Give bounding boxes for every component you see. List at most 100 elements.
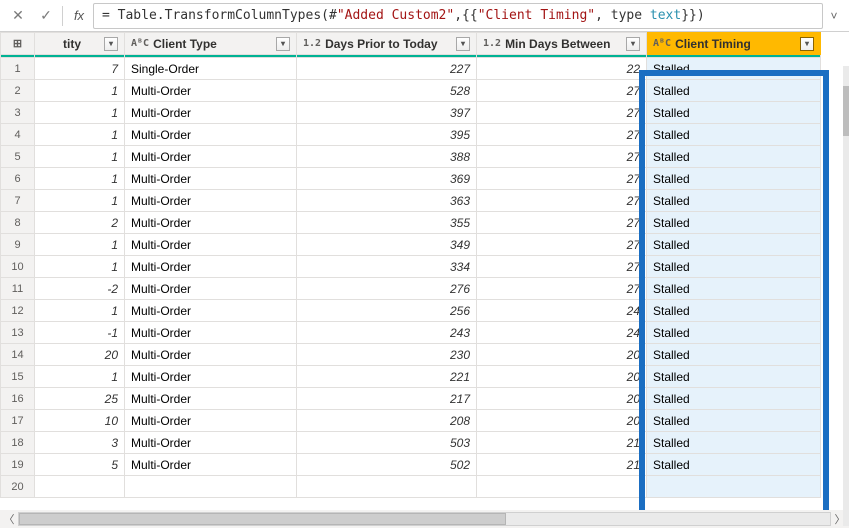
column-header-days-prior-to-today[interactable]: 1.2Days Prior to Today▾	[297, 33, 477, 55]
cell[interactable]: 27	[477, 124, 647, 146]
row-number[interactable]: 8	[1, 212, 35, 234]
row-number[interactable]: 4	[1, 124, 35, 146]
cell[interactable]: Multi-Order	[125, 256, 297, 278]
cell[interactable]: Stalled	[647, 344, 821, 366]
cell[interactable]: 21	[477, 454, 647, 476]
cell[interactable]: Multi-Order	[125, 410, 297, 432]
filter-dropdown-button[interactable]: ▾	[104, 37, 118, 51]
table-row[interactable]: 13-1Multi-Order24324Stalled	[1, 322, 821, 344]
cell[interactable]: -2	[35, 278, 125, 300]
row-number[interactable]: 7	[1, 190, 35, 212]
table-row[interactable]: 71Multi-Order36327Stalled	[1, 190, 821, 212]
cell[interactable]: Multi-Order	[125, 212, 297, 234]
cell[interactable]: Multi-Order	[125, 168, 297, 190]
cell[interactable]: 1	[35, 300, 125, 322]
cell[interactable]: 2	[35, 212, 125, 234]
table-row[interactable]: 151Multi-Order22120Stalled	[1, 366, 821, 388]
filter-dropdown-button[interactable]: ▾	[626, 37, 640, 51]
cell[interactable]: Multi-Order	[125, 366, 297, 388]
cell[interactable]: Stalled	[647, 366, 821, 388]
cell[interactable]: 208	[297, 410, 477, 432]
table-corner[interactable]: ⊞	[1, 33, 35, 55]
row-number[interactable]: 3	[1, 102, 35, 124]
horizontal-scrollbar[interactable]: 〈 〉	[0, 510, 849, 528]
table-row[interactable]: 101Multi-Order33427Stalled	[1, 256, 821, 278]
cell[interactable]: 27	[477, 190, 647, 212]
column-header-tity[interactable]: tity▾	[35, 33, 125, 55]
cell[interactable]: 363	[297, 190, 477, 212]
cell[interactable]: 502	[297, 454, 477, 476]
cell[interactable]: 5	[35, 454, 125, 476]
cell[interactable]	[297, 476, 477, 498]
accept-formula-button[interactable]: ✓	[32, 4, 60, 28]
cell[interactable]: 221	[297, 366, 477, 388]
table-row[interactable]: 195Multi-Order50221Stalled	[1, 454, 821, 476]
cell[interactable]: 227	[297, 58, 477, 80]
cell[interactable]: 528	[297, 80, 477, 102]
scroll-track[interactable]	[18, 512, 831, 526]
cell[interactable]: Stalled	[647, 190, 821, 212]
cell[interactable]: Multi-Order	[125, 278, 297, 300]
cell[interactable]: 24	[477, 300, 647, 322]
cell[interactable]: 27	[477, 256, 647, 278]
table-row[interactable]: 17Single-Order22722Stalled	[1, 58, 821, 80]
table-row[interactable]: 41Multi-Order39527Stalled	[1, 124, 821, 146]
cell[interactable]: 20	[477, 366, 647, 388]
cell[interactable]	[477, 476, 647, 498]
cell[interactable]: Stalled	[647, 124, 821, 146]
cell[interactable]: 27	[477, 212, 647, 234]
cell[interactable]: 27	[477, 102, 647, 124]
row-number[interactable]: 2	[1, 80, 35, 102]
table-row[interactable]: 91Multi-Order34927Stalled	[1, 234, 821, 256]
cell[interactable]: 395	[297, 124, 477, 146]
cell[interactable]: Single-Order	[125, 58, 297, 80]
cell[interactable]: Multi-Order	[125, 234, 297, 256]
cell[interactable]: 355	[297, 212, 477, 234]
cell[interactable]: 1	[35, 190, 125, 212]
cell[interactable]: 7	[35, 58, 125, 80]
cell[interactable]: Multi-Order	[125, 80, 297, 102]
cell[interactable]: 27	[477, 168, 647, 190]
cell[interactable]	[647, 476, 821, 498]
cell[interactable]: Stalled	[647, 146, 821, 168]
cell[interactable]: 21	[477, 432, 647, 454]
row-number[interactable]: 9	[1, 234, 35, 256]
table-row[interactable]: 121Multi-Order25624Stalled	[1, 300, 821, 322]
cell[interactable]: Stalled	[647, 168, 821, 190]
cell[interactable]: Multi-Order	[125, 190, 297, 212]
filter-dropdown-button[interactable]: ▾	[800, 37, 814, 51]
scroll-thumb[interactable]	[19, 513, 506, 525]
cell[interactable]: 25	[35, 388, 125, 410]
cell[interactable]: 20	[477, 388, 647, 410]
scroll-left-arrow[interactable]: 〈	[0, 511, 18, 527]
cell[interactable]: 1	[35, 80, 125, 102]
cell[interactable]: Stalled	[647, 300, 821, 322]
cell[interactable]: 22	[477, 58, 647, 80]
cell[interactable]: 27	[477, 80, 647, 102]
cell[interactable]: 27	[477, 234, 647, 256]
table-row[interactable]: 51Multi-Order38827Stalled	[1, 146, 821, 168]
cell[interactable]: 24	[477, 322, 647, 344]
row-number[interactable]: 12	[1, 300, 35, 322]
cell[interactable]: 10	[35, 410, 125, 432]
row-number[interactable]: 15	[1, 366, 35, 388]
cell[interactable]: Multi-Order	[125, 124, 297, 146]
cell[interactable]: Multi-Order	[125, 300, 297, 322]
table-row[interactable]: 31Multi-Order39727Stalled	[1, 102, 821, 124]
cell[interactable]: Multi-Order	[125, 388, 297, 410]
cell[interactable]: 1	[35, 168, 125, 190]
cancel-formula-button[interactable]: ✕	[4, 4, 32, 28]
cell[interactable]: Stalled	[647, 102, 821, 124]
table-row[interactable]: 183Multi-Order50321Stalled	[1, 432, 821, 454]
table-row[interactable]: 61Multi-Order36927Stalled	[1, 168, 821, 190]
cell[interactable]: Stalled	[647, 454, 821, 476]
cell[interactable]: Multi-Order	[125, 344, 297, 366]
row-number[interactable]: 16	[1, 388, 35, 410]
cell[interactable]: 20	[477, 410, 647, 432]
cell[interactable]: -1	[35, 322, 125, 344]
table-row[interactable]: 82Multi-Order35527Stalled	[1, 212, 821, 234]
row-number[interactable]: 19	[1, 454, 35, 476]
column-header-client-type[interactable]: AᴮCClient Type▾	[125, 33, 297, 55]
cell[interactable]: 334	[297, 256, 477, 278]
column-header-client-timing[interactable]: AᴮCClient Timing▾	[647, 33, 821, 55]
